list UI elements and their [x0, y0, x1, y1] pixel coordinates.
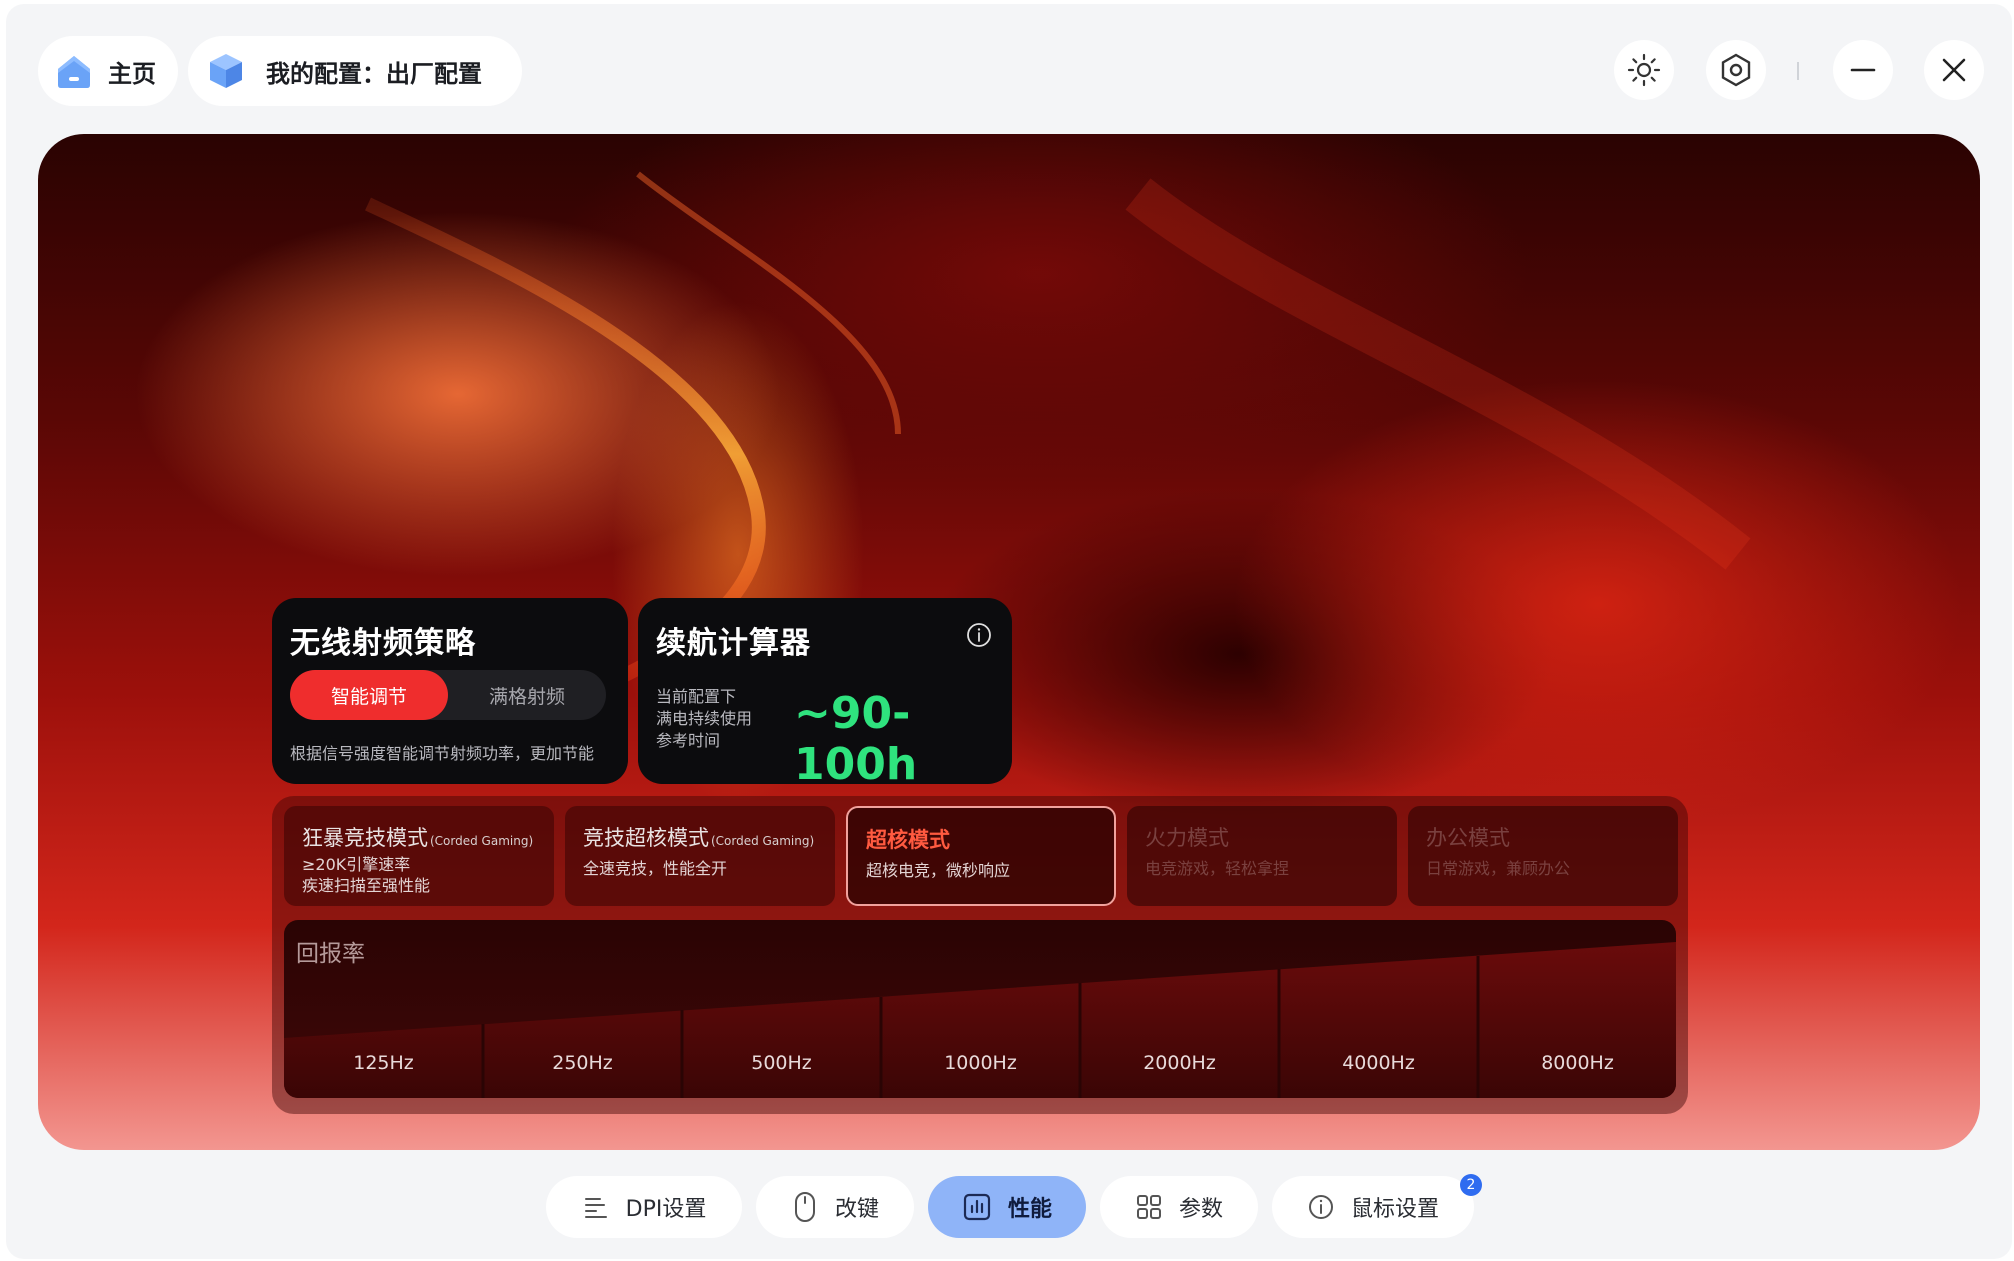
polling-rate-label: 回报率 — [296, 941, 365, 967]
brightness-button[interactable] — [1614, 40, 1674, 100]
battery-estimate: ~90-100h — [794, 688, 918, 790]
rate-option-1000[interactable]: 1000Hz — [881, 1052, 1080, 1074]
dpi-sliders-icon — [584, 1198, 607, 1218]
close-icon — [1942, 58, 1966, 82]
toolbar-divider — [1797, 62, 1799, 80]
rate-option-500[interactable]: 500Hz — [682, 1052, 881, 1074]
minimize-icon — [1850, 68, 1876, 72]
app-window: 主页 我的配置：出厂配置 无线射频策略 智能调节 满格射频 根据信号强度智能调节… — [6, 4, 2012, 1259]
info-icon[interactable] — [966, 622, 992, 648]
battery-calculator-card: 续航计算器 当前配置下 满电持续使用 参考时间 ~90-100h — [638, 598, 1012, 790]
rate-option-125[interactable]: 125Hz — [284, 1052, 483, 1074]
nav-dpi-settings[interactable]: DPI设置 — [546, 1176, 742, 1238]
notification-badge: 2 — [1460, 1174, 1482, 1196]
rf-mode-toggle: 智能调节 满格射频 — [290, 670, 606, 720]
mode-card-overclock[interactable]: 超核模式 超核电竞，微秒响应 — [846, 806, 1116, 906]
mode-card-frenzy[interactable]: 狂暴竞技模式 (Corded Gaming) ≥20K引擎速率 疾速扫描至强性能 — [284, 806, 554, 906]
performance-mode-panel: 狂暴竞技模式 (Corded Gaming) ≥20K引擎速率 疾速扫描至强性能 … — [272, 796, 1688, 1114]
mode-title: 竞技超核模式 (Corded Gaming) — [583, 826, 815, 850]
battery-card-title: 续航计算器 — [656, 626, 811, 661]
cube-icon — [210, 54, 242, 88]
battery-description: 当前配置下 满电持续使用 参考时间 — [656, 686, 776, 752]
mode-desc: 日常游戏，兼顾办公 — [1426, 859, 1571, 878]
mode-title: 狂暴竞技模式 (Corded Gaming) — [302, 826, 534, 850]
nav-parameters[interactable]: 参数 — [1100, 1176, 1258, 1238]
hero-banner: 无线射频策略 智能调节 满格射频 根据信号强度智能调节射频功率，更加节能 续航计… — [38, 134, 1980, 1150]
settings-button[interactable] — [1706, 40, 1766, 100]
mode-title: 办公模式 — [1426, 826, 1510, 850]
nav-label: 性能 — [1007, 1197, 1052, 1222]
rf-description: 根据信号强度智能调节射频功率，更加节能 — [290, 744, 595, 763]
rf-card-title: 无线射频策略 — [290, 626, 476, 661]
rate-option-4000[interactable]: 4000Hz — [1279, 1052, 1478, 1074]
mode-title: 火力模式 — [1145, 826, 1229, 850]
close-button[interactable] — [1924, 40, 1984, 100]
battery-desc-line: 参考时间 — [656, 731, 721, 750]
minimize-button[interactable] — [1833, 40, 1893, 100]
brightness-icon — [1627, 53, 1661, 87]
mouse-icon — [794, 1192, 815, 1222]
mode-desc: ≥20K引擎速率 疾速扫描至强性能 — [302, 855, 431, 895]
mode-desc: 全速竞技，性能全开 — [583, 859, 728, 878]
home-icon — [58, 56, 90, 88]
nav-mouse-settings[interactable]: 鼠标设置 — [1272, 1176, 1474, 1238]
performance-chart-icon — [963, 1193, 991, 1221]
nav-key-remap[interactable]: 改键 — [756, 1176, 914, 1238]
polling-rate-selector: 回报率 125Hz 250Hz 500Hz 1000Hz 2000Hz 4000… — [284, 920, 1676, 1098]
mode-card-firepower[interactable]: 火力模式 电竞游戏，轻松拿捏 — [1127, 806, 1397, 906]
battery-desc-line: 满电持续使用 — [656, 709, 753, 728]
mode-desc: 电竞游戏，轻松拿捏 — [1145, 859, 1290, 878]
config-label: 我的配置：出厂配置 — [266, 59, 482, 88]
rf-option-smart[interactable]: 智能调节 — [290, 670, 448, 720]
rate-option-250[interactable]: 250Hz — [483, 1052, 682, 1074]
home-button[interactable]: 主页 — [38, 36, 178, 106]
rate-option-2000[interactable]: 2000Hz — [1080, 1052, 1279, 1074]
mode-desc: 超核电竞，微秒响应 — [866, 861, 1011, 880]
nav-label: 鼠标设置 — [1350, 1197, 1439, 1222]
nav-label: 参数 — [1178, 1197, 1223, 1222]
rf-strategy-card: 无线射频策略 智能调节 满格射频 根据信号强度智能调节射频功率，更加节能 — [272, 598, 628, 784]
mode-card-office[interactable]: 办公模式 日常游戏，兼顾办公 — [1408, 806, 1678, 906]
nav-label: 改键 — [834, 1197, 879, 1222]
nav-label: DPI设置 — [625, 1197, 707, 1222]
mode-card-competitive-overclock[interactable]: 竞技超核模式 (Corded Gaming) 全速竞技，性能全开 — [565, 806, 835, 906]
nav-performance[interactable]: 性能 — [928, 1176, 1086, 1238]
rate-option-8000[interactable]: 8000Hz — [1478, 1052, 1676, 1074]
grid-icon — [1136, 1195, 1161, 1219]
battery-desc-line: 当前配置下 — [656, 687, 737, 706]
mode-title: 超核模式 — [866, 828, 950, 852]
home-label: 主页 — [108, 59, 156, 88]
rf-option-full[interactable]: 满格射频 — [448, 670, 606, 720]
settings-hex-icon — [1721, 53, 1751, 87]
config-selector[interactable]: 我的配置：出厂配置 — [188, 36, 522, 106]
info-circle-icon — [1308, 1195, 1333, 1219]
